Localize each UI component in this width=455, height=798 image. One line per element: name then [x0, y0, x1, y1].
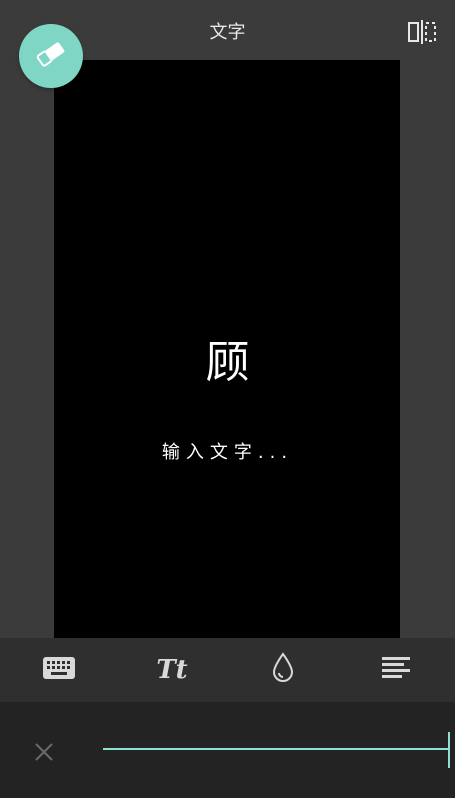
align-tool-button[interactable] — [364, 638, 428, 702]
font-tool-button[interactable]: Tt — [140, 638, 204, 702]
close-icon — [30, 743, 58, 770]
text-input-field[interactable] — [103, 748, 449, 750]
keyboard-icon — [43, 657, 75, 683]
color-drop-icon — [271, 652, 295, 688]
font-icon: Tt — [156, 655, 188, 685]
text-placeholder[interactable]: 输入文字... — [0, 438, 455, 464]
close-button[interactable] — [30, 738, 58, 766]
compare-split-icon[interactable] — [408, 20, 436, 44]
text-toolbar: Tt — [0, 638, 455, 702]
canvas-main-character: 顾 — [205, 337, 250, 388]
eraser-button[interactable] — [19, 24, 83, 88]
text-cursor — [448, 732, 450, 768]
keyboard-tool-button[interactable] — [27, 638, 91, 702]
eraser-icon — [34, 40, 68, 72]
color-tool-button[interactable] — [251, 638, 315, 702]
align-icon — [382, 656, 410, 684]
input-bar — [0, 702, 455, 798]
